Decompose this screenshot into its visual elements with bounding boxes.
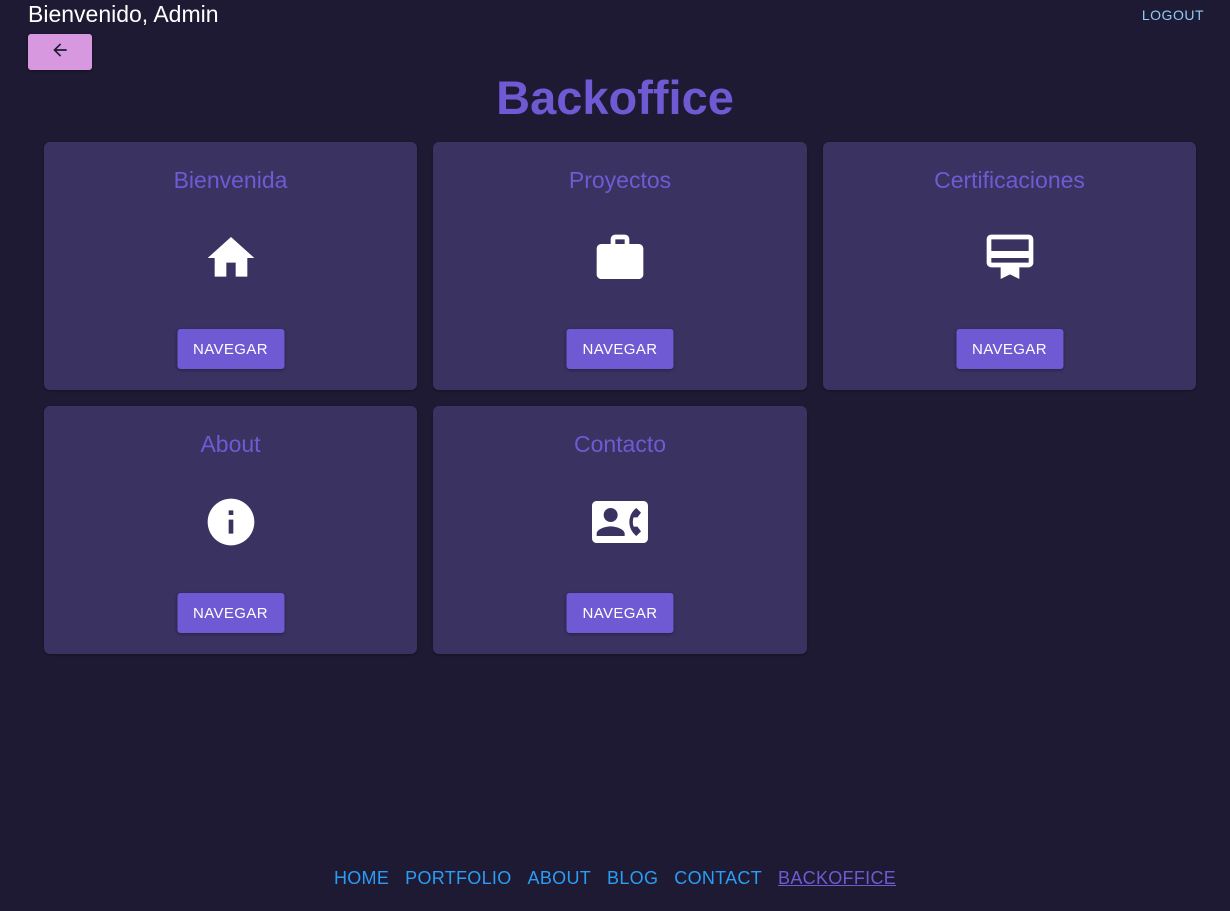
page-title: Backoffice [496,71,734,124]
card-title: Bienvenida [173,167,288,193]
card-bienvenida: Bienvenida NAVEGAR [44,142,417,390]
welcome-message: Bienvenido, Admin [28,1,219,27]
certificate-icon [982,230,1038,286]
card-certificaciones: Certificaciones NAVEGAR [823,142,1196,390]
section-grid: Bienvenida NAVEGAR Proyectos NAVEGAR Cer… [44,142,1196,654]
footer-link-backoffice[interactable]: BACKOFFICE [778,866,896,890]
footer-link-contact[interactable]: CONTACT [674,866,762,890]
navegar-button[interactable]: NAVEGAR [566,593,674,633]
contact-phone-icon [592,494,648,550]
navegar-button[interactable]: NAVEGAR [566,329,674,369]
footer-link-home[interactable]: HOME [334,866,389,890]
footer-nav: HOME PORTFOLIO ABOUT BLOG CONTACT BACKOF… [0,866,1230,890]
card-title: Proyectos [568,167,672,193]
card-about: About NAVEGAR [44,406,417,654]
card-title: About [200,431,261,457]
navegar-button[interactable]: NAVEGAR [176,593,285,633]
navegar-button[interactable]: NAVEGAR [955,329,1064,369]
footer-link-blog[interactable]: BLOG [607,866,658,890]
arrow-left-icon [50,40,70,65]
card-contacto: Contacto NAVEGAR [433,406,807,654]
navegar-button[interactable]: NAVEGAR [176,329,285,369]
logout-button[interactable]: LOGOUT [1142,6,1204,24]
card-title: Certificaciones [934,167,1085,193]
card-title: Contacto [573,431,667,457]
home-icon [203,230,259,286]
back-button[interactable] [28,34,92,70]
footer-link-about[interactable]: ABOUT [528,866,592,890]
info-icon [203,494,259,550]
briefcase-icon [592,230,648,286]
footer-link-portfolio[interactable]: PORTFOLIO [405,866,511,890]
card-proyectos: Proyectos NAVEGAR [433,142,807,390]
